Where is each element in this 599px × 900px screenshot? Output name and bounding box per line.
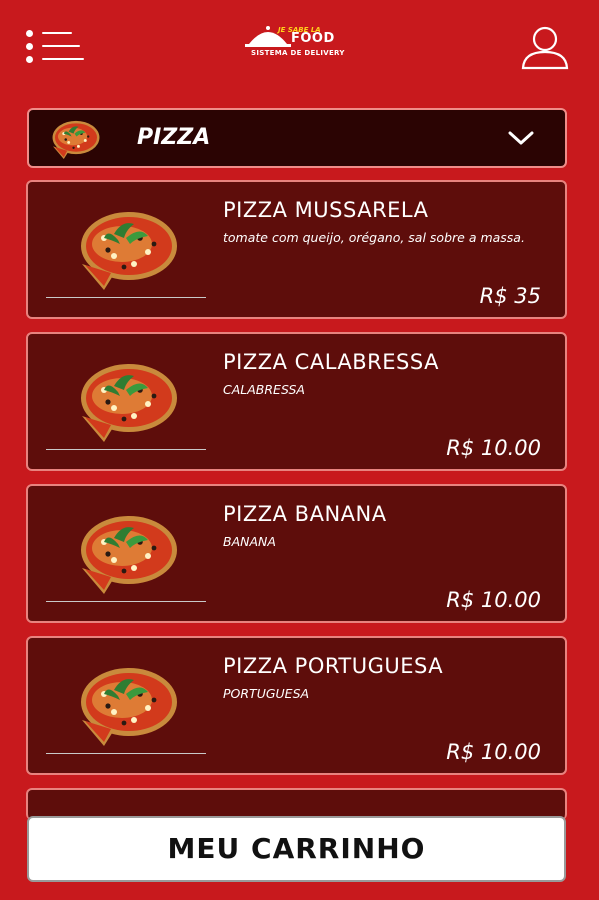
product-description: CALABRESSA [223, 382, 305, 397]
product-card[interactable]: PIZZA BANANA BANANA R$ 10.00 [26, 484, 567, 623]
category-pizza-image [45, 117, 107, 161]
app-logo: JE SABE LA FOOD SISTEMA DE DELIVERY [245, 22, 349, 62]
product-image [74, 356, 184, 446]
product-price: R$ 10.00 [446, 740, 541, 764]
user-profile-icon[interactable] [520, 24, 570, 70]
app-header: JE SABE LA FOOD SISTEMA DE DELIVERY [0, 0, 599, 95]
logo-main-text: FOOD [291, 31, 335, 46]
my-cart-button[interactable]: MEU CARRINHO [27, 816, 566, 882]
hamburger-menu-icon[interactable] [26, 28, 86, 64]
product-description: BANANA [223, 534, 276, 549]
divider [46, 601, 206, 602]
product-name: PIZZA BANANA [223, 502, 387, 526]
product-card[interactable]: PIZZA CALABRESSA CALABRESSA R$ 10.00 [26, 332, 567, 471]
divider [46, 753, 206, 754]
divider [46, 449, 206, 450]
product-card[interactable]: PIZZA MUSSARELA tomate com queijo, oréga… [26, 180, 567, 319]
chevron-down-icon[interactable] [507, 130, 535, 146]
product-image [74, 660, 184, 750]
product-name: PIZZA PORTUGUESA [223, 654, 444, 678]
product-image [74, 204, 184, 294]
product-price: R$ 10.00 [446, 436, 541, 460]
product-name: PIZZA MUSSARELA [223, 198, 429, 222]
product-description: tomate com queijo, orégano, sal sobre a … [223, 230, 525, 245]
product-image [74, 508, 184, 598]
category-label: PIZZA [137, 125, 211, 150]
divider [46, 297, 206, 298]
product-price: R$ 10.00 [446, 588, 541, 612]
product-price: R$ 35 [479, 284, 541, 308]
logo-tagline: SISTEMA DE DELIVERY [251, 49, 345, 57]
product-description: PORTUGUESA [223, 686, 310, 701]
product-card[interactable]: PIZZA PORTUGUESA PORTUGUESA R$ 10.00 [26, 636, 567, 775]
product-name: PIZZA CALABRESSA [223, 350, 439, 374]
category-selector[interactable]: PIZZA [27, 108, 567, 168]
